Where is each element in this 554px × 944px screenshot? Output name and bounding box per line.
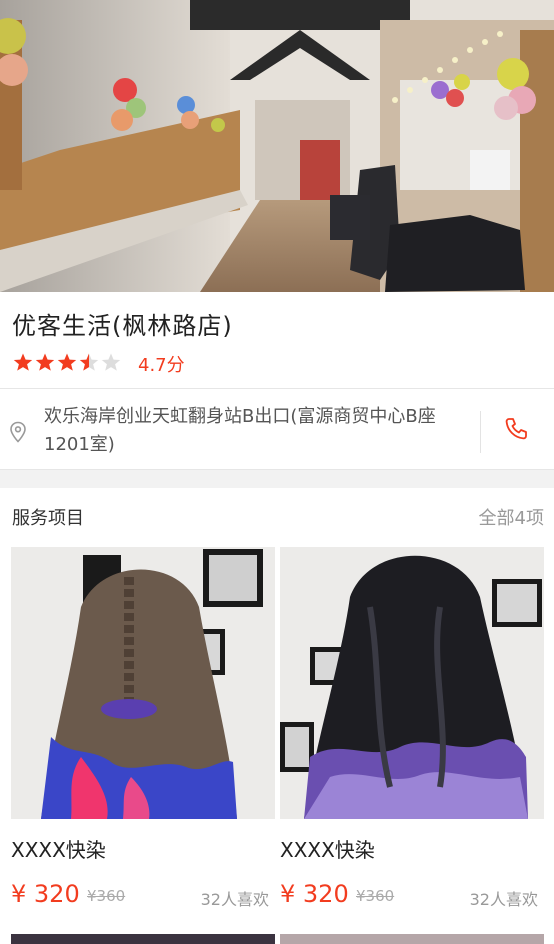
service-likes: 32人喜欢 xyxy=(469,890,538,909)
shop-name: 优客生活(枫林路店) xyxy=(12,312,233,340)
address-row[interactable]: 欢乐海岸创业天虹翻身站B出口(富源商贸中心B座1201室) xyxy=(0,388,554,470)
rating-score: 4.7分 xyxy=(138,355,185,376)
location-pin-icon xyxy=(10,421,26,443)
shop-detail-page: 优客生活(枫林路店) 4.7分 欢乐海岸创业天虹翻身站B出口(富源商贸中心B座1… xyxy=(0,0,554,944)
service-card-partial[interactable] xyxy=(11,934,275,944)
shop-address: 欢乐海岸创业天虹翻身站B出口(富源商贸中心B座1201室) xyxy=(44,406,436,455)
service-likes: 32人喜欢 xyxy=(200,890,269,909)
service-image xyxy=(280,547,544,819)
service-image xyxy=(11,547,275,819)
services-title: 服务项目 xyxy=(12,508,84,529)
star-icon xyxy=(101,353,121,371)
phone-icon[interactable] xyxy=(502,415,530,443)
service-name: XXXX快染 xyxy=(11,838,106,862)
service-original-price: ¥360 xyxy=(356,887,395,905)
service-price: ¥ 320 xyxy=(280,880,349,908)
star-icon xyxy=(57,353,77,371)
service-card-partial[interactable] xyxy=(280,934,544,944)
star-icon xyxy=(79,353,99,371)
service-original-price: ¥360 xyxy=(87,887,126,905)
service-name: XXXX快染 xyxy=(280,838,375,862)
services-view-all-link[interactable]: 全部4项 xyxy=(479,504,544,530)
star-icon xyxy=(13,353,33,371)
rating-stars xyxy=(12,352,122,372)
service-price: ¥ 320 xyxy=(11,880,80,908)
shop-info: 优客生活(枫林路店) 4.7分 xyxy=(0,292,554,388)
star-icon xyxy=(35,353,55,371)
shop-banner-image[interactable] xyxy=(0,0,554,292)
divider xyxy=(480,411,481,453)
services-section: 服务项目 全部4项 XXXX快染 ¥ 320 ¥360 32人喜欢 XXXX快染… xyxy=(0,488,554,944)
